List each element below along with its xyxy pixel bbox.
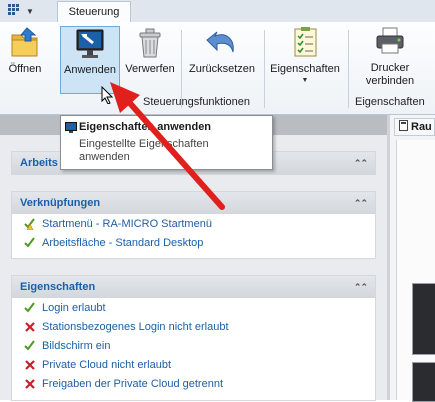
section-title: Eigenschaften <box>20 281 96 293</box>
connect-printer-label-2: verbinden <box>365 75 415 87</box>
open-folder-icon <box>9 26 41 60</box>
open-button[interactable]: Öffnen <box>4 26 46 94</box>
list-item[interactable]: Startmenü - RA-MICRO Startmenü <box>12 214 375 233</box>
check-warning-icon <box>24 217 36 230</box>
property-private-cloud: Private Cloud nicht erlaubt <box>42 358 172 371</box>
collapse-chevron-icon[interactable]: ⌃⌃ <box>354 282 368 293</box>
trash-bin-icon <box>135 26 165 60</box>
section-title: Arbeits <box>20 157 58 169</box>
properties-checklist-icon <box>290 26 320 60</box>
section-eigenschaften-header[interactable]: Eigenschaften ⌃⌃ <box>12 276 375 298</box>
property-station-login: Stationsbezogenes Login nicht erlaubt <box>42 320 229 333</box>
chevron-down-icon: ▼ <box>301 77 309 84</box>
undo-arrow-icon <box>205 26 239 60</box>
collapse-chevron-icon[interactable]: ⌃⌃ <box>354 158 368 169</box>
apply-button[interactable]: Anwenden <box>60 26 120 94</box>
collapse-chevron-icon[interactable]: ⌃⌃ <box>354 198 368 209</box>
apply-button-label: Anwenden <box>64 64 116 76</box>
property-cloud-shares: Freigaben der Private Cloud getrennt <box>42 377 223 390</box>
reset-button-label: Zurücksetzen <box>188 63 256 75</box>
list-item[interactable]: Stationsbezogenes Login nicht erlaubt <box>12 317 375 336</box>
connect-printer-button[interactable]: Drucker verbinden <box>352 26 428 94</box>
ribbon-separator <box>348 30 349 108</box>
tab-steuerung[interactable]: Steuerung <box>57 1 131 23</box>
mouse-cursor-icon <box>101 85 114 107</box>
properties-button-label: Eigenschaften <box>270 63 340 75</box>
tooltip: Eigenschaften anwenden Eingestellte Eige… <box>60 115 273 170</box>
chevron-down-icon: ▼ <box>26 6 34 16</box>
screen-thumbnail[interactable] <box>412 362 435 402</box>
list-item[interactable]: Private Cloud nicht erlaubt <box>12 355 375 374</box>
cross-icon <box>24 378 36 390</box>
reset-button[interactable]: Zurücksetzen <box>184 26 260 94</box>
tooltip-monitor-icon <box>65 122 77 137</box>
tooltip-description: Eingestellte Eigenschaften anwenden <box>79 138 209 163</box>
tooltip-title: Eigenschaften anwenden <box>79 121 212 133</box>
ribbon-separator <box>264 30 265 108</box>
connect-printer-label-1: Drucker <box>370 62 410 74</box>
section-verknuepfungen: Verknüpfungen ⌃⌃ Startmenü - RA-MICRO St… <box>12 192 375 258</box>
right-pane-tab[interactable]: Rau <box>394 118 435 136</box>
property-screen: Bildschirm ein <box>42 339 111 352</box>
printer-icon <box>373 26 407 56</box>
right-pane-body <box>396 140 435 400</box>
section-title: Verknüpfungen <box>20 197 101 209</box>
discard-button-label: Verwerfen <box>125 63 175 75</box>
shortcut-startmenue: Startmenü - RA-MICRO Startmenü <box>42 217 212 230</box>
group-label-steuerungsfunktionen: Steuerungsfunktionen <box>143 96 251 108</box>
ribbon: Öffnen Anwenden Verwerfen Zurücksetzen E… <box>0 22 435 115</box>
list-item[interactable]: Login erlaubt <box>12 298 375 317</box>
grid-dropdown-icon <box>8 3 22 19</box>
check-icon <box>24 301 36 314</box>
properties-button[interactable]: Eigenschaften ▼ <box>267 26 343 94</box>
screen-thumbnail[interactable] <box>412 283 435 355</box>
list-item[interactable]: Bildschirm ein <box>12 336 375 355</box>
section-verknuepfungen-header[interactable]: Verknüpfungen ⌃⌃ <box>12 192 375 214</box>
list-item[interactable]: Freigaben der Private Cloud getrennt <box>12 374 375 393</box>
shortcut-arbeitsflaeche: Arbeitsfläche - Standard Desktop <box>42 236 204 249</box>
right-pane-tab-label: Rau <box>411 121 432 133</box>
property-login: Login erlaubt <box>42 301 106 314</box>
section-eigenschaften: Eigenschaften ⌃⌃ Login erlaubt Stationsb… <box>12 276 375 400</box>
document-icon <box>399 120 408 134</box>
check-icon <box>24 339 36 352</box>
discard-button[interactable]: Verwerfen <box>124 26 176 94</box>
app-menu-button[interactable]: ▼ <box>2 2 48 20</box>
open-button-label: Öffnen <box>8 63 42 75</box>
list-item[interactable]: Arbeitsfläche - Standard Desktop <box>12 233 375 252</box>
cross-icon <box>24 359 36 371</box>
cross-icon <box>24 321 36 333</box>
apply-monitor-icon <box>73 27 107 61</box>
group-label-eigenschaften: Eigenschaften <box>355 96 425 108</box>
check-icon <box>24 236 36 249</box>
